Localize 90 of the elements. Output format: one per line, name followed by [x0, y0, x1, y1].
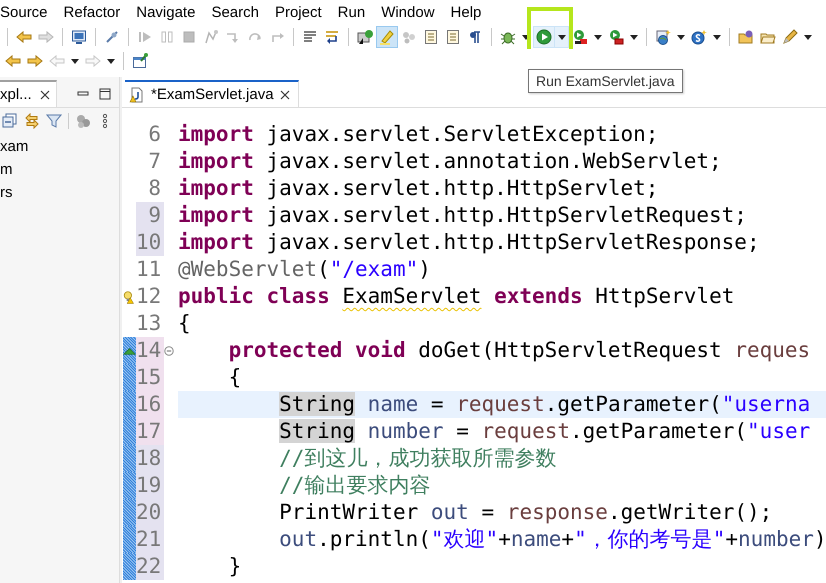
pin-icon — [104, 29, 120, 45]
menu-item[interactable]: Run — [338, 4, 366, 21]
collapse-icon[interactable] — [164, 346, 174, 356]
dots-icon — [401, 29, 417, 45]
window-pin-icon — [132, 53, 148, 69]
line-number: 21 — [136, 526, 164, 553]
forward-arrow-icon — [27, 53, 43, 69]
menu-item[interactable]: Window — [381, 4, 435, 21]
disconnect-icon — [203, 29, 219, 45]
line-number: 11 — [136, 256, 162, 283]
line-number: 17 — [136, 418, 164, 445]
menu-item[interactable]: Search — [211, 4, 259, 21]
line-number: 8 — [147, 175, 162, 202]
tree-item[interactable]: xam — [0, 135, 119, 158]
menu-item[interactable]: Help — [450, 4, 482, 21]
folder-icon — [738, 29, 754, 45]
document-icon — [445, 29, 461, 45]
close-icon[interactable] — [40, 90, 50, 100]
line-number: 20 — [136, 499, 164, 526]
forward-arrow-icon — [85, 53, 101, 69]
code-line: out.println("欢迎"+name+"，你的考号是"+number) — [278, 526, 826, 553]
back-arrow-icon — [16, 29, 32, 45]
code-line: import javax.servlet.http.HttpServletResponse; — [178, 229, 761, 256]
line-number: 9 — [136, 202, 164, 229]
pen-icon — [782, 29, 798, 45]
caret-icon[interactable] — [522, 34, 530, 40]
line-number: 19 — [136, 472, 164, 499]
monitor-icon — [71, 29, 87, 45]
gears-icon — [75, 113, 91, 129]
java-file-icon — [129, 86, 145, 104]
line-number: 6 — [147, 121, 162, 148]
toolbar-button[interactable] — [533, 26, 555, 48]
coverage-icon — [572, 29, 588, 45]
run-toolbox-icon — [608, 29, 624, 45]
highlighter-icon — [379, 29, 395, 45]
back-arrow-icon — [49, 53, 65, 69]
code-line: //到这儿，成功获取所需参数 — [278, 445, 558, 472]
code-line: { — [178, 310, 192, 337]
code-line: { — [228, 364, 242, 391]
line-number: 16 — [136, 391, 164, 418]
caret-icon[interactable] — [713, 34, 721, 40]
filter-icon — [46, 113, 62, 129]
editor-tab[interactable]: *ExamServlet.java — [125, 80, 299, 107]
back-arrow-icon — [5, 53, 21, 69]
line-number: 14 — [136, 337, 164, 364]
link-arrows-icon — [24, 113, 40, 129]
forward-arrow-icon — [38, 29, 54, 45]
code-line: import javax.servlet.http.HttpServlet; — [178, 175, 660, 202]
code-line: protected void doGet(HttpServletRequest reques — [228, 337, 812, 364]
tree-item[interactable]: m — [0, 158, 119, 181]
menu-item[interactable]: Project — [274, 4, 322, 21]
maximize-icon[interactable] — [99, 88, 111, 100]
caret-icon[interactable] — [630, 34, 638, 40]
close-icon[interactable] — [280, 90, 290, 100]
code-line: PrintWriter out = response.getWriter(); — [278, 499, 774, 526]
tree-item[interactable]: rs — [0, 181, 119, 204]
line-number: 10 — [136, 229, 164, 256]
line-number: 13 — [136, 310, 162, 337]
pause-icon — [159, 29, 175, 45]
server-globe-icon — [655, 29, 671, 45]
code-line: @WebServlet("/exam") — [178, 256, 432, 283]
line-number: 18 — [136, 445, 164, 472]
text-wrap-icon — [324, 29, 340, 45]
code-line: import javax.servlet.http.HttpServletRequest; — [178, 202, 748, 229]
display-icon — [357, 29, 373, 45]
pilcrow-icon — [467, 29, 483, 45]
code-line: import javax.servlet.ServletException; — [178, 121, 660, 148]
line-number: 15 — [136, 364, 164, 391]
code-line: } — [228, 553, 242, 580]
caret-icon[interactable] — [594, 34, 602, 40]
run-icon — [536, 29, 552, 45]
code-line: //输出要求内容 — [278, 472, 432, 499]
caret-icon[interactable] — [677, 34, 685, 40]
document-icon — [423, 29, 439, 45]
line-number: 12 — [136, 283, 162, 310]
stop-icon — [181, 29, 197, 45]
caret-icon[interactable] — [804, 34, 812, 40]
menu-item[interactable]: Navigate — [136, 4, 196, 21]
swirl-circle-icon — [691, 29, 707, 45]
line-number: 22 — [136, 553, 164, 580]
code-line: public class ExamServlet extends HttpServlet — [178, 283, 736, 310]
line-number: 7 — [147, 148, 162, 175]
menu-item[interactable]: Refactor — [64, 4, 120, 21]
tooltip: Run ExamServlet.java — [528, 69, 683, 93]
resume-icon — [137, 29, 153, 45]
code-line: String number = request.getParameter("user — [278, 418, 812, 445]
view-tab[interactable]: xpl... — [0, 80, 57, 107]
menu-item[interactable]: Source — [0, 4, 48, 21]
code-line: import javax.servlet.annotation.WebServlet; — [178, 148, 723, 175]
caret-icon[interactable] — [558, 34, 566, 40]
